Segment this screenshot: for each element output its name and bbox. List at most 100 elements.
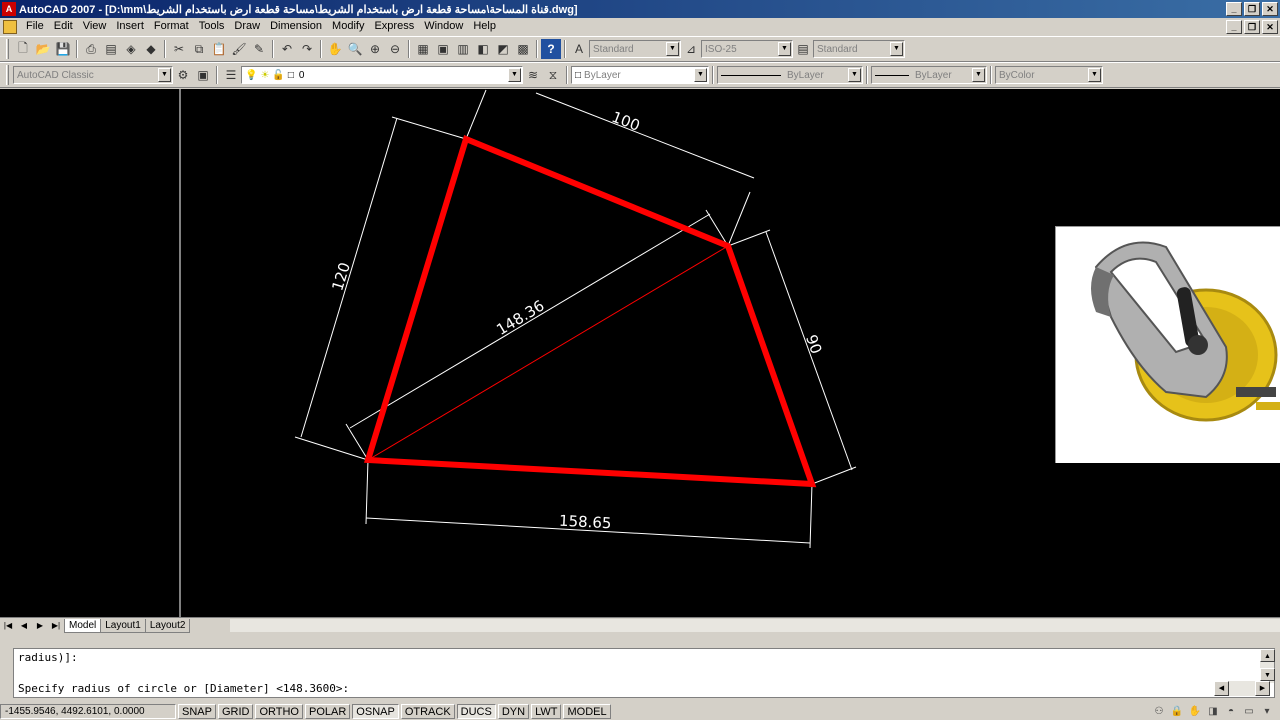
chevron-down-icon[interactable]: ▼ xyxy=(778,42,791,56)
next-tab-icon[interactable]: ▶ xyxy=(32,619,48,633)
table-style-icon[interactable]: ▤ xyxy=(793,39,813,59)
lwt-toggle[interactable]: LWT xyxy=(531,704,562,719)
toolbar-grip[interactable] xyxy=(6,65,9,85)
open-icon[interactable]: 📂 xyxy=(33,39,53,59)
menu-express[interactable]: Express xyxy=(369,18,419,35)
block-editor-icon[interactable]: ✎ xyxy=(249,39,269,59)
model-toggle[interactable]: MODEL xyxy=(563,704,611,719)
menu-tools[interactable]: Tools xyxy=(194,18,230,35)
lock-icon[interactable]: 🔒 xyxy=(1170,705,1184,719)
lineweight-select[interactable]: ByLayer ▼ xyxy=(871,66,987,84)
workspace-select[interactable]: AutoCAD Classic ▼ xyxy=(13,66,173,84)
zoom-realtime-icon[interactable]: 🔍 xyxy=(345,39,365,59)
toolbar-grip[interactable] xyxy=(6,39,9,59)
tab-layout1[interactable]: Layout1 xyxy=(100,618,146,633)
ducs-toggle[interactable]: DUCS xyxy=(456,704,496,719)
properties-icon[interactable]: ▦ xyxy=(413,39,433,59)
match-properties-icon[interactable]: 🖌 xyxy=(229,39,249,59)
doc-minimize-button[interactable]: _ xyxy=(1226,19,1242,34)
dim-style-icon[interactable]: ⊿ xyxy=(681,39,701,59)
dyn-toggle[interactable]: DYN xyxy=(497,704,530,719)
security-icon[interactable]: ◓ xyxy=(1224,705,1238,719)
help-icon[interactable]: ? xyxy=(541,39,561,59)
scroll-left-icon[interactable]: ◀ xyxy=(1214,681,1229,696)
table-style-select[interactable]: Standard ▼ xyxy=(813,40,905,58)
markup-icon[interactable]: ◩ xyxy=(493,39,513,59)
scroll-right-icon[interactable]: ▶ xyxy=(1255,681,1270,696)
ortho-toggle[interactable]: ORTHO xyxy=(255,704,303,719)
layer-select[interactable]: 💡 ☀ 🔓 □ 0 ▼ xyxy=(241,66,523,84)
doc-close-button[interactable]: ✕ xyxy=(1262,19,1278,34)
calculator-icon[interactable]: ▩ xyxy=(513,39,533,59)
restore-button[interactable]: ❐ xyxy=(1244,2,1260,16)
tab-model[interactable]: Model xyxy=(64,618,102,633)
publish-icon[interactable]: ◈ xyxy=(121,39,141,59)
first-tab-icon[interactable]: |◀ xyxy=(0,619,16,633)
new-icon[interactable]: 🗋 xyxy=(13,39,33,59)
chevron-down-icon[interactable]: ▼ xyxy=(972,68,985,82)
linetype-select[interactable]: ByLayer ▼ xyxy=(717,66,863,84)
menu-draw[interactable]: Draw xyxy=(229,18,265,35)
save-workspace-icon[interactable]: ▣ xyxy=(193,65,213,85)
scroll-down-icon[interactable]: ▼ xyxy=(1260,668,1275,681)
undo-icon[interactable]: ↶ xyxy=(277,39,297,59)
cut-icon[interactable]: ✂ xyxy=(169,39,189,59)
document-icon[interactable] xyxy=(3,19,17,34)
autocad-app-icon[interactable]: A xyxy=(2,2,16,16)
copy-icon[interactable]: ⧉ xyxy=(189,39,209,59)
polar-toggle[interactable]: POLAR xyxy=(305,704,351,719)
land-parcel-polygon[interactable] xyxy=(364,134,817,488)
menu-format[interactable]: Format xyxy=(149,18,194,35)
pan-icon[interactable]: ✋ xyxy=(325,39,345,59)
command-prompt-line[interactable]: Specify radius of circle or [Diameter] <… xyxy=(18,682,349,695)
make-object-layer-current-icon[interactable]: ≋ xyxy=(523,65,543,85)
paste-icon[interactable]: 📋 xyxy=(209,39,229,59)
workspace-settings-icon[interactable]: ⚙ xyxy=(173,65,193,85)
menu-view[interactable]: View xyxy=(78,18,112,35)
doc-restore-button[interactable]: ❐ xyxy=(1244,19,1260,34)
chevron-down-icon[interactable]: ▼ xyxy=(1088,68,1101,82)
coordinate-readout[interactable]: -1455.9546, 4492.6101, 0.0000 xyxy=(0,704,176,719)
layer-manager-icon[interactable]: ☰ xyxy=(221,65,241,85)
chevron-down-icon[interactable]: ▼ xyxy=(508,68,521,82)
snap-toggle[interactable]: SNAP xyxy=(178,704,216,719)
communication-center-icon[interactable]: ⚇ xyxy=(1152,705,1166,719)
tab-layout2[interactable]: Layout2 xyxy=(144,618,191,633)
dim-style-select[interactable]: ISO-25 ▼ xyxy=(701,40,793,58)
command-vertical-scrollbar[interactable]: ▲ ▼ xyxy=(1260,649,1275,683)
plot-preview-icon[interactable]: ▤ xyxy=(101,39,121,59)
chevron-down-icon[interactable]: ▼ xyxy=(158,68,171,82)
close-button[interactable]: ✕ xyxy=(1262,2,1278,16)
layer-previous-icon[interactable]: ⧖ xyxy=(543,65,563,85)
trusted-icon[interactable]: ◨ xyxy=(1206,705,1220,719)
chevron-down-icon[interactable]: ▼ xyxy=(848,68,861,82)
pan-icon[interactable]: ✋ xyxy=(1188,705,1202,719)
status-menu-icon[interactable]: ▾ xyxy=(1260,705,1274,719)
menu-file[interactable]: File xyxy=(21,18,49,35)
clean-screen-icon[interactable]: ▭ xyxy=(1242,705,1256,719)
save-icon[interactable]: 💾 xyxy=(53,39,73,59)
command-window[interactable]: radius)]: Specify radius of circle or [D… xyxy=(13,648,1275,698)
menu-edit[interactable]: Edit xyxy=(49,18,78,35)
text-style-select[interactable]: Standard ▼ xyxy=(589,40,681,58)
zoom-window-icon[interactable]: ⊕ xyxy=(365,39,385,59)
horizontal-scrollbar[interactable] xyxy=(230,619,1280,632)
menu-window[interactable]: Window xyxy=(419,18,468,35)
sheet-set-icon[interactable]: ◧ xyxy=(473,39,493,59)
command-hscroll-track[interactable] xyxy=(1229,681,1255,696)
chevron-down-icon[interactable]: ▼ xyxy=(666,42,679,56)
otrack-toggle[interactable]: OTRACK xyxy=(400,704,455,719)
menu-modify[interactable]: Modify xyxy=(327,18,369,35)
menu-dimension[interactable]: Dimension xyxy=(265,18,327,35)
chevron-down-icon[interactable]: ▼ xyxy=(694,68,707,82)
last-tab-icon[interactable]: ▶| xyxy=(48,619,64,633)
menu-insert[interactable]: Insert xyxy=(111,18,149,35)
zoom-previous-icon[interactable]: ⊖ xyxy=(385,39,405,59)
scroll-up-icon[interactable]: ▲ xyxy=(1260,649,1275,662)
tool-palettes-icon[interactable]: ▥ xyxy=(453,39,473,59)
grid-toggle[interactable]: GRID xyxy=(217,704,254,719)
plot-icon[interactable]: ⎙ xyxy=(81,39,101,59)
plotstyle-select[interactable]: ByColor ▼ xyxy=(995,66,1103,84)
redo-icon[interactable]: ↷ xyxy=(297,39,317,59)
osnap-toggle[interactable]: OSNAP xyxy=(352,704,399,719)
